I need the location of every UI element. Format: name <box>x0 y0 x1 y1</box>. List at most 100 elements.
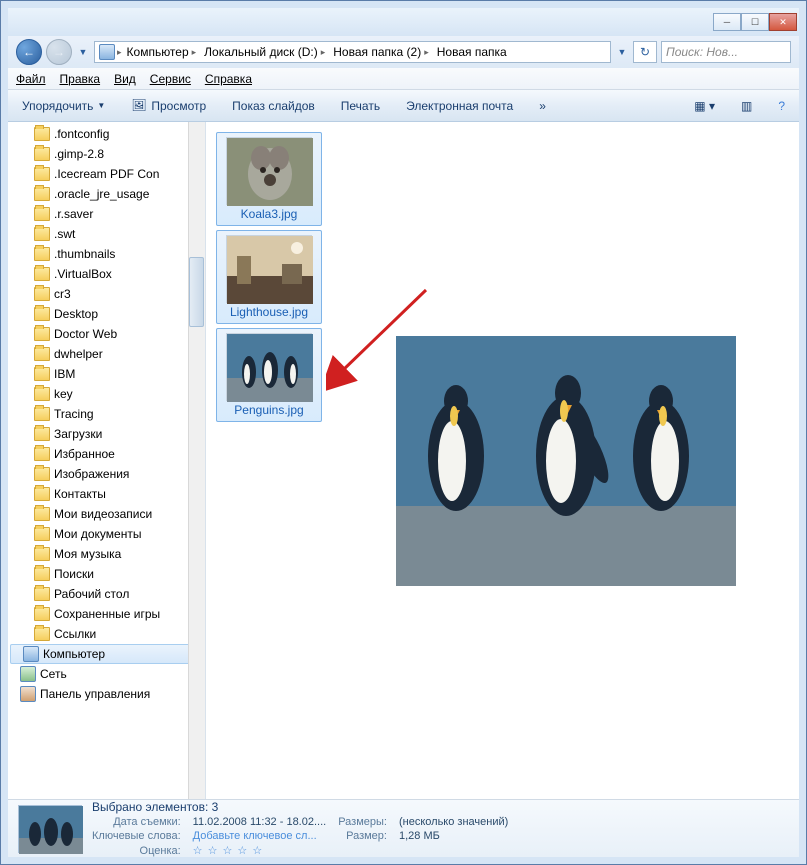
print-button[interactable]: Печать <box>335 96 386 116</box>
minimize-button[interactable]: ─ <box>713 13 741 31</box>
tree-item-label: Doctor Web <box>54 327 117 341</box>
tree-folder-item[interactable]: dwhelper <box>8 344 205 364</box>
tree-folder-item[interactable]: Загрузки <box>8 424 205 444</box>
tree-item-label: .VirtualBox <box>54 267 112 281</box>
tree-system-item[interactable]: Панель управления <box>8 684 205 704</box>
file-thumbnail <box>226 137 312 205</box>
folder-icon <box>34 627 50 641</box>
folder-icon <box>34 447 50 461</box>
details-pane: Выбрано элементов: 3 Дата съемки: 11.02.… <box>8 799 799 857</box>
dims-label: Размеры: <box>338 816 387 828</box>
tree-folder-item[interactable]: Изображения <box>8 464 205 484</box>
back-button[interactable]: ← <box>16 39 42 65</box>
tree-folder-item[interactable]: Мои видеозаписи <box>8 504 205 524</box>
tree-item-label: Избранное <box>54 447 115 461</box>
scrollbar-thumb[interactable] <box>189 257 204 327</box>
view-mode-button[interactable]: ▦ ▾ <box>688 96 721 116</box>
file-list-pane[interactable]: Koala3.jpgLighthouse.jpgPenguins.jpg <box>206 122 799 799</box>
tree-item-label: Tracing <box>54 407 94 421</box>
email-button[interactable]: Электронная почта <box>400 96 519 116</box>
folder-icon <box>34 587 50 601</box>
menu-file[interactable]: Файл <box>16 72 46 86</box>
address-path[interactable]: ▸ Компьютер▸ Локальный диск (D:)▸ Новая … <box>94 41 611 63</box>
menu-edit[interactable]: Правка <box>60 72 101 86</box>
tree-folder-item[interactable]: .VirtualBox <box>8 264 205 284</box>
more-button[interactable]: » <box>533 96 552 116</box>
forward-button[interactable]: → <box>46 39 72 65</box>
folder-icon <box>34 487 50 501</box>
tree-folder-item[interactable]: Doctor Web <box>8 324 205 344</box>
tree-folder-item[interactable]: IBM <box>8 364 205 384</box>
tree-folder-item[interactable]: Tracing <box>8 404 205 424</box>
tree-item-label: cr3 <box>54 287 71 301</box>
folder-icon <box>34 287 50 301</box>
tree-system-item[interactable]: Компьютер <box>10 644 203 664</box>
tree-folder-item[interactable]: .gimp-2.8 <box>8 144 205 164</box>
tree-folder-item[interactable]: .r.saver <box>8 204 205 224</box>
maximize-button[interactable]: ☐ <box>741 13 769 31</box>
tree-item-label: Изображения <box>54 467 129 481</box>
tree-item-label: Сохраненные игры <box>54 607 160 621</box>
menu-help[interactable]: Справка <box>205 72 252 86</box>
rating-label: Оценка: <box>92 845 181 857</box>
tree-folder-item[interactable]: Контакты <box>8 484 205 504</box>
help-button[interactable]: ? <box>772 96 791 116</box>
computer-icon <box>99 44 115 60</box>
tree-item-label: Мои видеозаписи <box>54 507 152 521</box>
tree-folder-item[interactable]: Ссылки <box>8 624 205 644</box>
rating-stars[interactable]: ☆ ☆ ☆ ☆ ☆ <box>193 844 327 857</box>
breadcrumb[interactable]: Новая папка (2)▸ <box>330 45 431 59</box>
tree-folder-item[interactable]: key <box>8 384 205 404</box>
tree-folder-item[interactable]: .oracle_jre_usage <box>8 184 205 204</box>
tree-folder-item[interactable]: Поиски <box>8 564 205 584</box>
history-dropdown[interactable]: ▼ <box>76 42 90 62</box>
file-item[interactable]: Lighthouse.jpg <box>216 230 322 324</box>
navigation-pane[interactable]: .fontconfig.gimp-2.8.Icecream PDF Con.or… <box>8 122 206 799</box>
menu-tools[interactable]: Сервис <box>150 72 191 86</box>
folder-icon <box>34 167 50 181</box>
preview-button[interactable]: 🖼Просмотр <box>125 95 212 117</box>
tree-folder-item[interactable]: cr3 <box>8 284 205 304</box>
tree-system-item[interactable]: Сеть <box>8 664 205 684</box>
sidebar-scrollbar[interactable] <box>188 122 205 799</box>
tree-item-label: Сеть <box>40 667 67 681</box>
tree-folder-item[interactable]: Избранное <box>8 444 205 464</box>
explorer-window: ─ ☐ ✕ ← → ▼ ▸ Компьютер▸ Локальный диск … <box>0 0 807 865</box>
tree-folder-item[interactable]: Desktop <box>8 304 205 324</box>
breadcrumb[interactable]: Локальный диск (D:)▸ <box>201 45 328 59</box>
tree-folder-item[interactable]: .swt <box>8 224 205 244</box>
control-panel-icon <box>20 686 36 702</box>
folder-icon <box>34 467 50 481</box>
tree-folder-item[interactable]: Моя музыка <box>8 544 205 564</box>
slideshow-button[interactable]: Показ слайдов <box>226 96 321 116</box>
folder-icon <box>34 207 50 221</box>
refresh-button[interactable]: ↻ <box>633 41 657 63</box>
toolbar: Упорядочить ▼ 🖼Просмотр Показ слайдов Пе… <box>8 90 799 122</box>
tree-folder-item[interactable]: .thumbnails <box>8 244 205 264</box>
folder-icon <box>34 327 50 341</box>
tree-folder-item[interactable]: .fontconfig <box>8 124 205 144</box>
tree-folder-item[interactable]: Рабочий стол <box>8 584 205 604</box>
search-input[interactable]: Поиск: Нов... <box>661 41 791 63</box>
close-button[interactable]: ✕ <box>769 13 797 31</box>
folder-icon <box>34 227 50 241</box>
path-dropdown[interactable]: ▼ <box>615 42 629 62</box>
tree-item-label: Загрузки <box>54 427 102 441</box>
tree-folder-item[interactable]: .Icecream PDF Con <box>8 164 205 184</box>
keywords-value[interactable]: Добавьте ключевое сл... <box>193 830 327 842</box>
breadcrumb[interactable]: Новая папка <box>434 45 510 59</box>
breadcrumb[interactable]: Компьютер▸ <box>124 45 200 59</box>
organize-button[interactable]: Упорядочить ▼ <box>16 96 111 116</box>
folder-icon <box>34 427 50 441</box>
folder-icon <box>34 367 50 381</box>
menu-view[interactable]: Вид <box>114 72 136 86</box>
tree-folder-item[interactable]: Сохраненные игры <box>8 604 205 624</box>
tree-item-label: .thumbnails <box>54 247 115 261</box>
file-item[interactable]: Koala3.jpg <box>216 132 322 226</box>
keywords-label: Ключевые слова: <box>92 830 181 842</box>
tree-folder-item[interactable]: Мои документы <box>8 524 205 544</box>
folder-icon <box>34 147 50 161</box>
preview-pane-button[interactable]: ▥ <box>735 96 758 116</box>
file-item[interactable]: Penguins.jpg <box>216 328 322 422</box>
titlebar[interactable]: ─ ☐ ✕ <box>8 8 799 36</box>
